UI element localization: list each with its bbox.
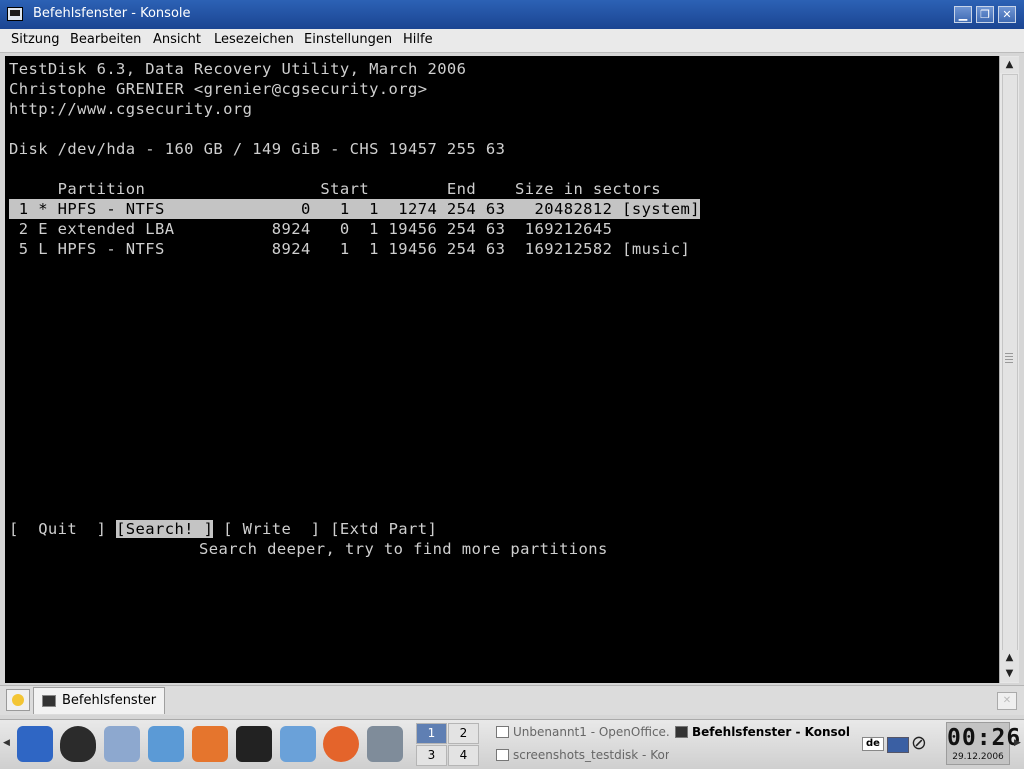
partition-row-selected[interactable]: 1 * HPFS - NTFS 0 1 1 1274 254 63 204828… bbox=[9, 199, 700, 219]
konsole-icon[interactable] bbox=[236, 726, 272, 762]
terminal-scrollbar[interactable]: ▲ ▲ ▼ bbox=[999, 56, 1019, 683]
close-icon[interactable]: ✕ bbox=[998, 6, 1016, 23]
partition-table-header: Partition Start End Size in sectors bbox=[9, 180, 662, 198]
task-label: Unbenannt1 - OpenOffice.org bbox=[513, 725, 669, 739]
konqueror-icon[interactable] bbox=[280, 726, 316, 762]
tux-icon[interactable] bbox=[60, 726, 96, 762]
file-manager-icon[interactable] bbox=[104, 726, 140, 762]
terminal-icon bbox=[675, 726, 688, 738]
openoffice-icon bbox=[496, 726, 509, 738]
desktop-icon[interactable] bbox=[148, 726, 184, 762]
scroll-up-icon[interactable]: ▲ bbox=[1000, 57, 1019, 73]
firefox-icon[interactable] bbox=[323, 726, 359, 762]
partition-row[interactable]: 5 L HPFS - NTFS 8924 1 1 19456 254 63 16… bbox=[9, 239, 690, 259]
keyboard-layout-indicator[interactable]: de bbox=[862, 737, 884, 751]
partition-row[interactable]: 2 E extended LBA 8924 0 1 19456 254 63 1… bbox=[9, 219, 612, 239]
desktop-pager: 1 2 3 4 bbox=[416, 723, 480, 767]
action-bar: [ Quit ] [Search! ] [ Write ] [Extd Part… bbox=[9, 519, 437, 539]
terminal-header-line: TestDisk 6.3, Data Recovery Utility, Mar… bbox=[9, 60, 467, 78]
action-hint: Search deeper, try to find more partitio… bbox=[199, 540, 608, 558]
terminal-header-line: Christophe GRENIER <grenier@cgsecurity.o… bbox=[9, 80, 428, 98]
scrollbar-thumb[interactable] bbox=[1002, 74, 1018, 666]
kde-menu-icon[interactable] bbox=[17, 726, 53, 762]
konsole-app-icon[interactable] bbox=[7, 7, 23, 21]
task-label: screenshots_testdisk - Konqueror bbox=[513, 748, 669, 762]
menu-bar: Sitzung Bearbeiten Ansicht Lesezeichen E… bbox=[0, 29, 1024, 53]
panel-scroll-right-icon[interactable]: ▶ bbox=[1014, 738, 1021, 748]
extd-part-button[interactable]: [Extd Part] bbox=[330, 520, 437, 538]
menu-ansicht[interactable]: Ansicht bbox=[153, 32, 201, 47]
terminal-header-line: http://www.cgsecurity.org bbox=[9, 100, 253, 118]
minimize-icon[interactable]: ▁ bbox=[954, 6, 972, 23]
disk-info-line: Disk /dev/hda - 160 GB / 149 GiB - CHS 1… bbox=[9, 140, 506, 158]
pager-desktop-3[interactable]: 3 bbox=[416, 745, 447, 766]
network-icon[interactable] bbox=[887, 737, 909, 753]
session-tab[interactable]: Befehlsfenster bbox=[33, 687, 165, 714]
clock-date: 29.12.2006 bbox=[952, 752, 1004, 762]
menu-lesezeichen[interactable]: Lesezeichen bbox=[214, 32, 294, 47]
task-label: Befehlsfenster - Konsole bbox=[692, 725, 850, 739]
menu-sitzung[interactable]: Sitzung bbox=[11, 32, 60, 47]
menu-bearbeiten[interactable]: Bearbeiten bbox=[70, 32, 141, 47]
taskbar-item-konqueror[interactable]: screenshots_testdisk - Konqueror bbox=[493, 745, 669, 766]
window-title: Befehlsfenster - Konsole bbox=[33, 6, 191, 21]
office-icon[interactable] bbox=[367, 726, 403, 762]
scroll-up-icon[interactable]: ▲ bbox=[1000, 650, 1019, 666]
scroll-down-icon[interactable]: ▼ bbox=[1000, 666, 1019, 682]
window-title-bar[interactable]: Befehlsfenster - Konsole ▁ ❐ ✕ bbox=[0, 0, 1024, 29]
close-session-icon[interactable]: ✕ bbox=[997, 692, 1017, 710]
maximize-icon[interactable]: ❐ bbox=[976, 6, 994, 23]
panel-scroll-left-icon[interactable]: ◀ bbox=[3, 738, 10, 748]
folder-icon bbox=[496, 749, 509, 761]
home-icon[interactable] bbox=[192, 726, 228, 762]
pager-desktop-1[interactable]: 1 bbox=[416, 723, 447, 744]
clock[interactable]: 00:26 29.12.2006 bbox=[946, 722, 1022, 765]
pager-desktop-4[interactable]: 4 bbox=[448, 745, 479, 766]
new-session-icon[interactable] bbox=[6, 689, 30, 711]
taskbar-item-konsole[interactable]: Befehlsfenster - Konsole bbox=[672, 722, 850, 743]
mixer-muted-icon[interactable]: ⊘ bbox=[911, 733, 927, 753]
taskbar-item-openoffice[interactable]: Unbenannt1 - OpenOffice.org bbox=[493, 722, 669, 743]
write-button[interactable]: [ Write ] bbox=[223, 520, 320, 538]
terminal-area[interactable]: TestDisk 6.3, Data Recovery Utility, Mar… bbox=[5, 56, 999, 683]
menu-einstellungen[interactable]: Einstellungen bbox=[304, 32, 392, 47]
menu-hilfe[interactable]: Hilfe bbox=[403, 32, 433, 47]
kde-panel: ◀ 1 2 3 4 Unbenannt1 - OpenOffice.org Be… bbox=[0, 719, 1024, 769]
clock-time: 00:26 bbox=[947, 725, 1022, 751]
quit-button[interactable]: [ Quit ] bbox=[9, 520, 106, 538]
session-tab-label: Befehlsfenster bbox=[62, 693, 157, 708]
scrollbar-grip-icon bbox=[1005, 353, 1013, 365]
search-button[interactable]: [Search! ] bbox=[116, 520, 214, 538]
pager-desktop-2[interactable]: 2 bbox=[448, 723, 479, 744]
session-tab-bar: Befehlsfenster ✕ bbox=[0, 685, 1024, 715]
terminal-icon bbox=[42, 695, 56, 707]
